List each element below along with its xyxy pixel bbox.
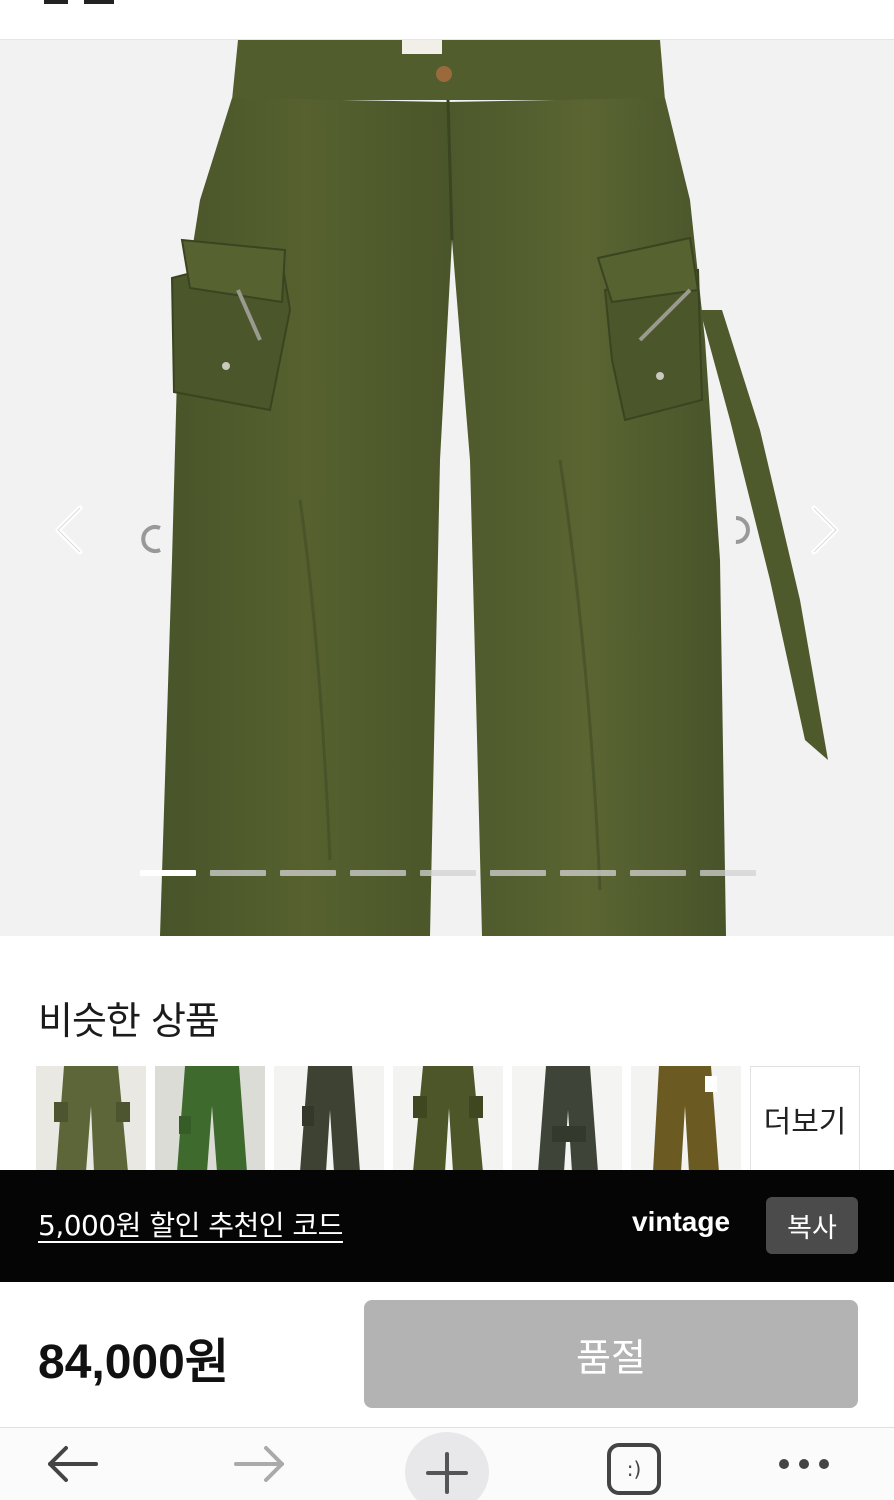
carousel-dot[interactable] xyxy=(630,870,686,876)
arrow-left-icon xyxy=(48,1446,98,1482)
forward-button[interactable] xyxy=(228,1428,292,1500)
menu-button[interactable] xyxy=(772,1428,836,1500)
similar-products-title: 비슷한 상품 xyxy=(38,999,220,1043)
similar-products-list: 더보기 xyxy=(36,1066,860,1172)
arrow-right-icon xyxy=(234,1446,284,1482)
referral-promo-banner: 5,000원 할인 추천인 코드 vintage 복사 xyxy=(0,1170,894,1282)
previous-image-icon[interactable] xyxy=(48,502,88,558)
carousel-dot[interactable] xyxy=(140,870,196,876)
tabs-button[interactable]: :) xyxy=(604,1428,664,1500)
similar-product-thumbnail[interactable] xyxy=(512,1066,622,1172)
plus-icon xyxy=(405,1432,489,1500)
similar-product-thumbnail[interactable] xyxy=(155,1066,265,1172)
browser-toolbar: :) xyxy=(0,1428,894,1500)
tabs-icon-label: :) xyxy=(626,1457,642,1481)
similar-product-thumbnail[interactable] xyxy=(631,1066,741,1172)
carousel-dot[interactable] xyxy=(490,870,546,876)
next-image-icon[interactable] xyxy=(806,502,846,558)
similar-product-thumbnail[interactable] xyxy=(36,1066,146,1172)
referral-discount-link[interactable]: 5,000원 할인 추천인 코드 xyxy=(38,1204,343,1244)
product-price: 84,000원 xyxy=(38,1336,229,1389)
carousel-indicator xyxy=(140,870,756,878)
new-tab-button[interactable] xyxy=(404,1428,490,1500)
back-button[interactable] xyxy=(40,1428,104,1500)
similar-product-thumbnail[interactable] xyxy=(393,1066,503,1172)
carousel-dot[interactable] xyxy=(350,870,406,876)
carousel-dot[interactable] xyxy=(210,870,266,876)
product-page: 비슷한 상품 더보기 5,000원 할인 추천인 코드 vintage 복사 8… xyxy=(0,0,894,1500)
tabs-icon: :) xyxy=(607,1443,661,1495)
referral-code: vintage xyxy=(632,1206,731,1237)
top-bar xyxy=(0,0,894,40)
see-more-button[interactable]: 더보기 xyxy=(750,1066,860,1172)
carousel-dot[interactable] xyxy=(420,870,476,876)
purchase-bar: 84,000원 품절 xyxy=(0,1282,894,1428)
sold-out-button[interactable]: 품절 xyxy=(364,1300,858,1408)
carousel-dot[interactable] xyxy=(280,870,336,876)
copy-code-button[interactable]: 복사 xyxy=(766,1197,858,1254)
product-image xyxy=(141,40,828,936)
similar-product-thumbnail[interactable] xyxy=(274,1066,384,1172)
product-image-carousel[interactable] xyxy=(0,40,894,936)
cut-off-title xyxy=(44,0,114,4)
more-options-icon xyxy=(779,1459,829,1469)
carousel-dot[interactable] xyxy=(700,870,756,876)
carousel-dot[interactable] xyxy=(560,870,616,876)
